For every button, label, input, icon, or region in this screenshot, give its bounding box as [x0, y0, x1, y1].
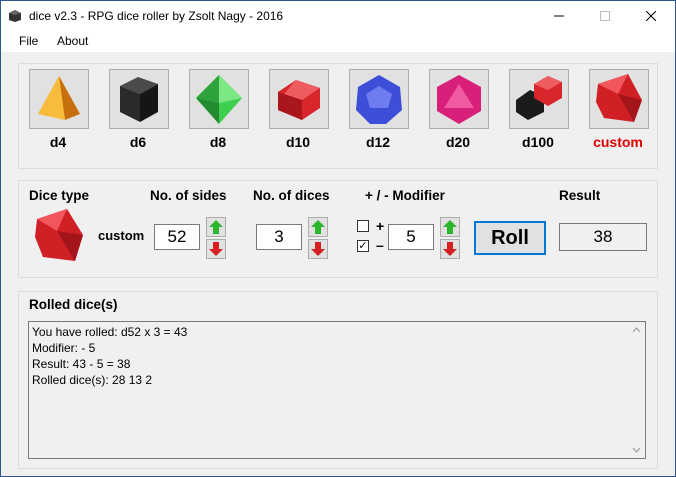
arrow-down-icon [209, 242, 223, 256]
sides-input[interactable]: 52 [154, 224, 200, 250]
arrow-down-icon [311, 242, 325, 256]
d12-button[interactable] [349, 69, 409, 129]
d12-die-icon [356, 75, 402, 124]
d10-die-icon [278, 80, 320, 120]
plus-checkbox[interactable] [357, 220, 369, 232]
d20-label: d20 [445, 134, 471, 150]
minus-checkbox[interactable]: ✓ [357, 240, 369, 252]
maximize-icon [600, 11, 610, 21]
custom-die-icon [596, 74, 642, 122]
result-header: Result [559, 188, 601, 203]
d100-die-icon [516, 76, 562, 120]
sides-header: No. of sides [150, 188, 227, 203]
dice-type-value: custom [98, 228, 145, 243]
title-bar: dice v2.3 - RPG dice roller by Zsolt Nag… [1, 1, 675, 31]
app-dice-icon [9, 10, 21, 22]
d6-button[interactable] [109, 69, 169, 129]
modifier-increment-button[interactable] [440, 217, 460, 237]
menu-bar: File About [1, 31, 675, 52]
rolled-dice-log[interactable]: You have rolled: d52 x 3 = 43 Modifier: … [28, 321, 646, 459]
d12-label: d12 [365, 134, 391, 150]
minus-label: – [376, 237, 384, 253]
d4-die-icon [38, 76, 80, 120]
d20-button[interactable] [429, 69, 489, 129]
app-window: dice v2.3 - RPG dice roller by Zsolt Nag… [0, 0, 676, 477]
maximize-button[interactable] [582, 1, 628, 31]
close-icon [646, 11, 656, 21]
modifier-decrement-button[interactable] [440, 239, 460, 259]
sides-decrement-button[interactable] [206, 239, 226, 259]
result-output: 38 [559, 223, 647, 251]
d10-label: d10 [285, 134, 311, 150]
d20-die-icon [437, 75, 481, 124]
modifier-header: + / - Modifier [365, 188, 445, 203]
sides-increment-button[interactable] [206, 217, 226, 237]
custom-label: custom [593, 134, 643, 150]
arrow-up-icon [209, 220, 223, 234]
d4-button[interactable] [29, 69, 89, 129]
log-line: Modifier: - 5 [32, 341, 96, 355]
window-title: dice v2.3 - RPG dice roller by Zsolt Nag… [29, 9, 284, 23]
d10-button[interactable] [269, 69, 329, 129]
d6-die-icon [120, 77, 158, 122]
d100-label: d100 [522, 134, 554, 150]
d8-button[interactable] [189, 69, 249, 129]
log-line: Rolled dice(s): 28 13 2 [32, 373, 153, 387]
arrow-up-icon [311, 220, 325, 234]
custom-button[interactable] [589, 69, 649, 129]
d6-label: d6 [129, 134, 147, 150]
d100-button[interactable] [509, 69, 569, 129]
d8-die-icon [196, 75, 242, 124]
scroll-down-icon[interactable] [632, 447, 641, 453]
minimize-button[interactable] [536, 1, 582, 31]
dices-input[interactable]: 3 [256, 224, 302, 250]
modifier-input[interactable]: 5 [388, 224, 434, 250]
roll-button[interactable]: Roll [474, 221, 546, 255]
dices-header: No. of dices [253, 188, 330, 203]
dices-decrement-button[interactable] [308, 239, 328, 259]
dice-type-header: Dice type [29, 188, 90, 203]
minimize-icon [554, 15, 564, 17]
d8-label: d8 [209, 134, 227, 150]
rolled-dice-header: Rolled dice(s) [29, 297, 118, 312]
arrow-up-icon [443, 220, 457, 234]
log-line: Result: 43 - 5 = 38 [32, 357, 131, 371]
menu-about[interactable]: About [51, 34, 94, 48]
dices-increment-button[interactable] [308, 217, 328, 237]
dice-selector-group: d4 d6 d8 d10 d12 d20 d100 custom [18, 63, 658, 169]
d4-label: d4 [49, 134, 67, 150]
log-scrollbar[interactable] [628, 322, 645, 458]
plus-label: + [376, 218, 385, 234]
menu-file[interactable]: File [13, 34, 44, 48]
close-button[interactable] [628, 1, 674, 31]
arrow-down-icon [443, 242, 457, 256]
selected-die-icon [35, 209, 83, 261]
controls-group: Dice type No. of sides No. of dices + / … [18, 180, 658, 278]
log-line: You have rolled: d52 x 3 = 43 [32, 325, 188, 339]
scroll-up-icon[interactable] [632, 327, 641, 333]
